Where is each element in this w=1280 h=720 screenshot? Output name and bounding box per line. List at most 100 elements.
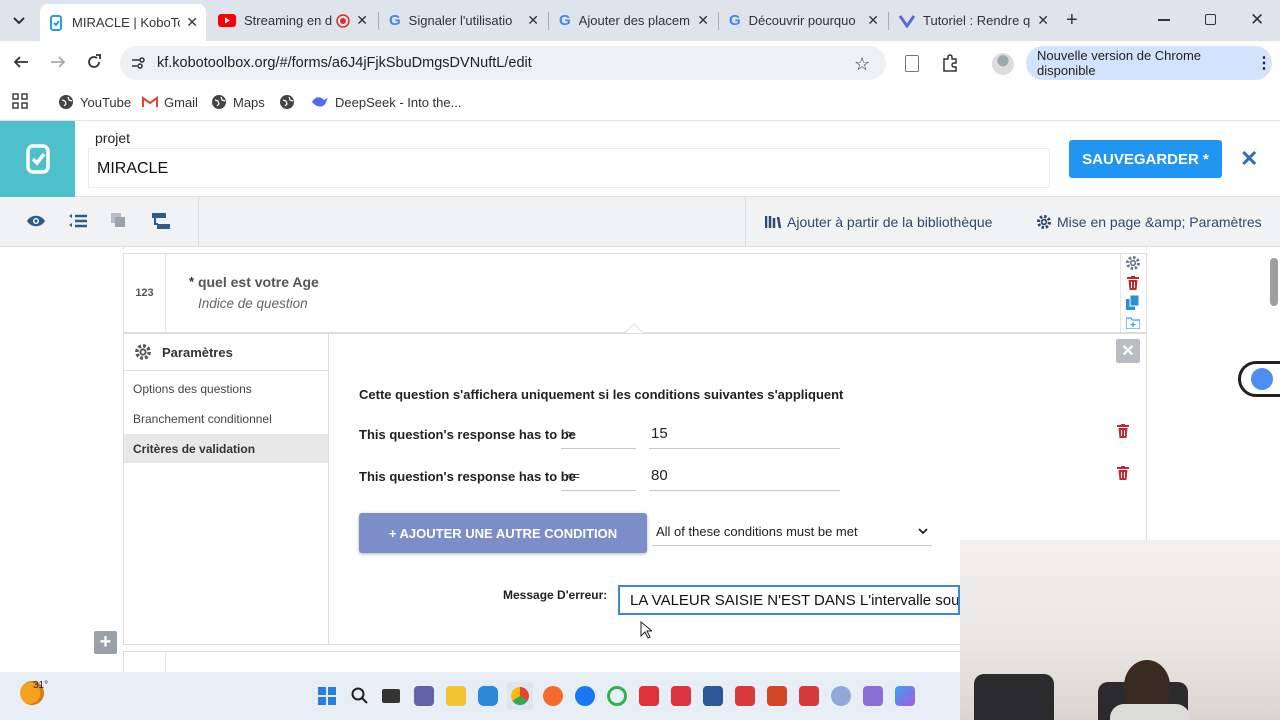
- wps-sheet-icon[interactable]: [735, 686, 755, 706]
- close-icon[interactable]: ✕: [1037, 12, 1049, 29]
- tutorial-favicon-icon: [899, 14, 915, 28]
- webcam-chair-left: [974, 674, 1054, 720]
- wps-icon[interactable]: [639, 686, 659, 706]
- nav-question-options[interactable]: Options des questions: [124, 374, 328, 403]
- window-close-icon[interactable]: ✕: [1250, 10, 1264, 30]
- question-list-icon[interactable]: [68, 213, 88, 229]
- add-question-button[interactable]: +: [94, 631, 117, 654]
- layout-settings-button[interactable]: Mise en page &amp; Paramètres: [1036, 197, 1262, 247]
- preview-eye-icon[interactable]: [26, 213, 46, 229]
- save-button[interactable]: SAUVEGARDER *: [1069, 140, 1222, 178]
- sync-app-icon[interactable]: [607, 686, 627, 706]
- tab-youtube[interactable]: Streaming en d ✕: [210, 6, 376, 35]
- question-label[interactable]: * quel est votre Age: [189, 274, 319, 290]
- condition-value-input[interactable]: 80: [649, 463, 840, 491]
- tab-search-button[interactable]: [8, 10, 30, 32]
- photos-icon[interactable]: [895, 686, 915, 706]
- prev-row-edge: [123, 247, 1147, 249]
- tab-tutoriel[interactable]: Tutoriel : Rendre q ✕: [891, 6, 1057, 35]
- tab-label: MIRACLE | KoboTo: [72, 15, 181, 30]
- wps-present-icon[interactable]: [799, 686, 819, 706]
- close-icon[interactable]: ✕: [356, 12, 368, 29]
- wps-writer-icon[interactable]: [671, 686, 691, 706]
- teams-icon[interactable]: [414, 686, 434, 706]
- delete-condition-icon[interactable]: [1117, 424, 1129, 438]
- deepseek-icon: [312, 97, 328, 107]
- operator-select[interactable]: <=: [561, 463, 636, 491]
- tab-separator: [888, 12, 889, 30]
- tab-google-2[interactable]: G Ajouter des placem ✕: [551, 6, 717, 35]
- delete-question-icon[interactable]: [1127, 276, 1139, 290]
- close-icon[interactable]: ✕: [697, 12, 709, 29]
- library-button[interactable]: Ajouter à partir de la bibliothèque: [765, 197, 992, 247]
- word-icon[interactable]: [703, 686, 723, 706]
- group-icon[interactable]: [110, 212, 128, 230]
- file-explorer-icon[interactable]: [446, 686, 466, 706]
- powerpoint-icon[interactable]: [767, 686, 787, 706]
- weather-widget[interactable]: 31°: [20, 680, 48, 705]
- tab-kobo[interactable]: MIRACLE | KoboTo ✕: [40, 4, 206, 41]
- facebook-icon[interactable]: [575, 686, 595, 706]
- add-condition-button[interactable]: + AJOUTER UNE AUTRE CONDITION: [359, 513, 647, 553]
- more-menu-icon[interactable]: ⋮: [1256, 53, 1272, 73]
- settings-title: Paramètres: [162, 344, 233, 360]
- apps-grid-icon[interactable]: [12, 93, 28, 109]
- media-app-icon[interactable]: [863, 686, 883, 706]
- match-condition-select[interactable]: All of these conditions must be met: [652, 518, 932, 546]
- minimize-icon[interactable]: [1158, 19, 1170, 21]
- nav-skip-logic[interactable]: Branchement conditionnel: [124, 404, 328, 433]
- question-card[interactable]: [123, 253, 1147, 333]
- forward-icon[interactable]: [50, 54, 66, 70]
- error-message-input[interactable]: LA VALEUR SAISIE N'EST DANS L'intervalle…: [618, 585, 960, 615]
- windows-start-icon[interactable]: [318, 687, 336, 705]
- new-tab-icon[interactable]: +: [1066, 9, 1078, 32]
- bookmark-globe[interactable]: [279, 92, 295, 112]
- question-settings-gear-icon[interactable]: [1125, 255, 1141, 271]
- mouse-cursor-icon: [640, 621, 652, 639]
- delete-condition-icon[interactable]: [1117, 466, 1129, 480]
- operator-select[interactable]: >: [561, 421, 636, 449]
- close-settings-button[interactable]: ✕: [1116, 339, 1140, 363]
- tab-google-1[interactable]: G Signaler l'utilisatio ✕: [381, 6, 547, 35]
- project-name-input[interactable]: MIRACLE: [88, 148, 1050, 188]
- restore-icon[interactable]: [1205, 14, 1216, 25]
- duplicate-question-icon[interactable]: [1126, 295, 1140, 310]
- nav-validation-criteria[interactable]: Critères de validation: [124, 434, 328, 463]
- reading-mode-icon[interactable]: [905, 55, 919, 72]
- question-hint[interactable]: Indice de question: [198, 296, 308, 311]
- chrome-update-button[interactable]: Nouvelle version de Chrome disponible ⋮: [1026, 46, 1272, 80]
- scrollbar-thumb[interactable]: [1270, 258, 1278, 306]
- kobo-logo[interactable]: [0, 121, 75, 197]
- bookmark-star-icon[interactable]: ☆: [854, 54, 870, 75]
- tab-label: Streaming en d: [244, 13, 333, 28]
- close-icon[interactable]: ✕: [527, 12, 539, 29]
- skip-logic-icon[interactable]: [151, 212, 171, 230]
- app-icon[interactable]: [478, 686, 498, 706]
- pen-app-icon[interactable]: [543, 686, 563, 706]
- avatar[interactable]: [992, 53, 1014, 75]
- close-form-icon[interactable]: ✕: [1240, 146, 1258, 172]
- bookmark-label: Maps: [233, 94, 265, 110]
- r-app-icon[interactable]: [831, 686, 851, 706]
- site-info-icon[interactable]: [130, 55, 146, 71]
- extensions-icon[interactable]: [941, 54, 959, 72]
- validation-heading: Cette question s'affichera uniquement si…: [359, 387, 844, 402]
- tab-google-3[interactable]: G Découvrir pourquo ✕: [721, 6, 887, 35]
- globe-icon: [212, 95, 226, 109]
- bookmark-youtube[interactable]: YouTube: [58, 92, 131, 112]
- bookmark-deepseek[interactable]: DeepSeek - Into the...: [311, 92, 461, 112]
- bookmark-gmail[interactable]: Gmail: [142, 92, 198, 112]
- back-icon[interactable]: [13, 54, 29, 70]
- task-view-icon[interactable]: [382, 689, 400, 703]
- add-to-library-icon[interactable]: [1126, 317, 1140, 329]
- bookmark-maps[interactable]: Maps: [211, 92, 265, 112]
- condition-value-input[interactable]: 15: [649, 421, 840, 449]
- search-icon[interactable]: [351, 687, 369, 705]
- globe-icon: [59, 95, 73, 109]
- close-icon[interactable]: ✕: [867, 12, 879, 29]
- chrome-taskbar-icon[interactable]: [507, 682, 533, 710]
- close-icon[interactable]: ✕: [186, 14, 198, 31]
- translate-extension-button[interactable]: [1238, 361, 1280, 397]
- chrome-icon: [511, 687, 529, 705]
- reload-icon[interactable]: [86, 54, 102, 70]
